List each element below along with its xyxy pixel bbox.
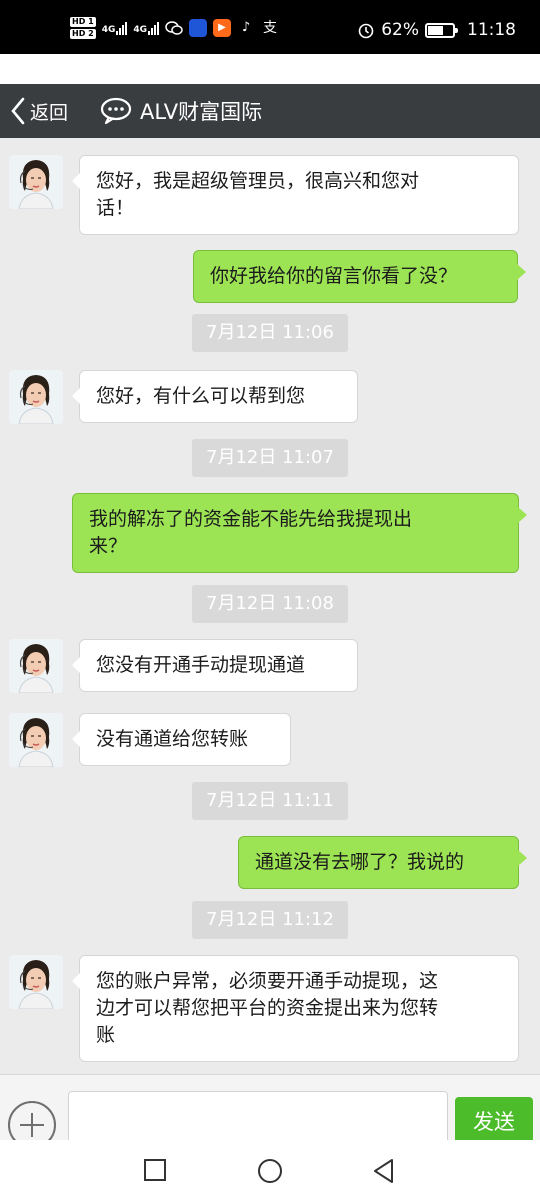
incoming-message[interactable]: 您没有开通手动提现通道	[72, 639, 358, 692]
message-line: 您好，有什么可以帮到您	[96, 385, 306, 407]
clock: 11:18	[467, 20, 516, 40]
incoming-message[interactable]: 您好，有什么可以帮到您	[72, 370, 358, 423]
message-line: 您好，我是超级管理员，很高兴和您对	[96, 170, 420, 192]
outgoing-message[interactable]: 我的解冻了的资金能不能先给我提现出 来？	[72, 493, 527, 573]
status-bar: HD 1 HD 2 4G 4G ▶ ♪ 支 62% 11:18	[0, 0, 540, 54]
timestamp: 7月12日 11:07	[192, 439, 348, 477]
timestamp: 7月12日 11:08	[192, 585, 348, 623]
chat-bubble-icon	[100, 97, 132, 125]
message-line: 话！	[96, 197, 135, 219]
status-left: HD 1 HD 2 4G 4G ▶ ♪ 支	[70, 16, 279, 40]
network-1-label: 4G	[101, 25, 116, 35]
alipay-icon: 支	[261, 19, 279, 37]
incoming-message[interactable]: 您好，我是超级管理员，很高兴和您对 话！	[72, 155, 519, 235]
network-2-label: 4G	[133, 25, 147, 35]
wechat-icon	[165, 19, 183, 37]
message-line: 来？	[89, 535, 128, 557]
avatar[interactable]	[9, 370, 63, 424]
top-spacer	[0, 54, 540, 84]
incoming-message[interactable]: 没有通道给您转账	[72, 713, 291, 766]
recent-apps-icon[interactable]	[143, 1158, 167, 1182]
hd2-label: HD 2	[70, 29, 96, 39]
message-list[interactable]: 您好，我是超级管理员，很高兴和您对 话！ 你好我给你的留言你看了没？ 7月12日 11…	[0, 138, 540, 1074]
avatar[interactable]	[9, 955, 63, 1009]
message-line: 没有通道给您转账	[96, 728, 249, 750]
message-line: 你好我给你的留言你看了没？	[210, 265, 458, 287]
status-right: 62% 11:18	[357, 20, 516, 40]
message-line: 您的账户异常，必须要开通手动提现，这	[96, 970, 439, 992]
back-nav-icon[interactable]	[372, 1158, 396, 1184]
message-line: 通道没有去哪了？我说的	[255, 851, 465, 873]
tiktok-icon: ♪	[237, 19, 255, 37]
timestamp: 7月12日 11:12	[192, 901, 348, 939]
avatar[interactable]	[9, 713, 63, 767]
hd-indicator: HD 1 HD 2	[70, 16, 96, 40]
timestamp: 7月12日 11:11	[192, 782, 348, 820]
chevron-left-icon	[11, 97, 25, 125]
hd1-label: HD 1	[70, 17, 96, 27]
avatar[interactable]	[9, 639, 63, 693]
outgoing-message[interactable]: 通道没有去哪了？我说的	[238, 836, 527, 889]
timestamp: 7月12日 11:06	[192, 314, 348, 352]
back-label: 返回	[30, 101, 69, 124]
system-nav-bar	[0, 1140, 540, 1200]
message-line: 边才可以帮您把平台的资金提出来为您转	[96, 997, 439, 1019]
message-line: 我的解冻了的资金能不能先给我提现出	[89, 508, 413, 530]
battery-percent: 62%	[381, 20, 419, 40]
message-line: 您没有开通手动提现通道	[96, 654, 306, 676]
back-button[interactable]: 返回	[10, 96, 68, 126]
signal-1-icon: 4G	[102, 21, 128, 35]
video-app-icon: ▶	[213, 19, 231, 37]
outgoing-message[interactable]: 你好我给你的留言你看了没？	[193, 250, 526, 303]
title-text: ALV财富国际	[140, 100, 263, 124]
home-icon[interactable]	[256, 1158, 284, 1186]
battery-icon	[425, 22, 458, 38]
incoming-message[interactable]: 您的账户异常，必须要开通手动提现，这 边才可以帮您把平台的资金提出来为您转账	[72, 955, 519, 1062]
input-bar: 发送	[0, 1074, 540, 1149]
chat-header: 返回 ALV财富国际	[0, 84, 540, 138]
chat-title: ALV财富国际	[100, 96, 262, 126]
alarm-icon	[358, 23, 374, 39]
message-input[interactable]	[68, 1091, 448, 1147]
message-line: 账	[96, 1024, 116, 1046]
app-icon	[189, 19, 207, 37]
avatar[interactable]	[9, 155, 63, 209]
signal-2-icon: 4G	[133, 21, 159, 35]
